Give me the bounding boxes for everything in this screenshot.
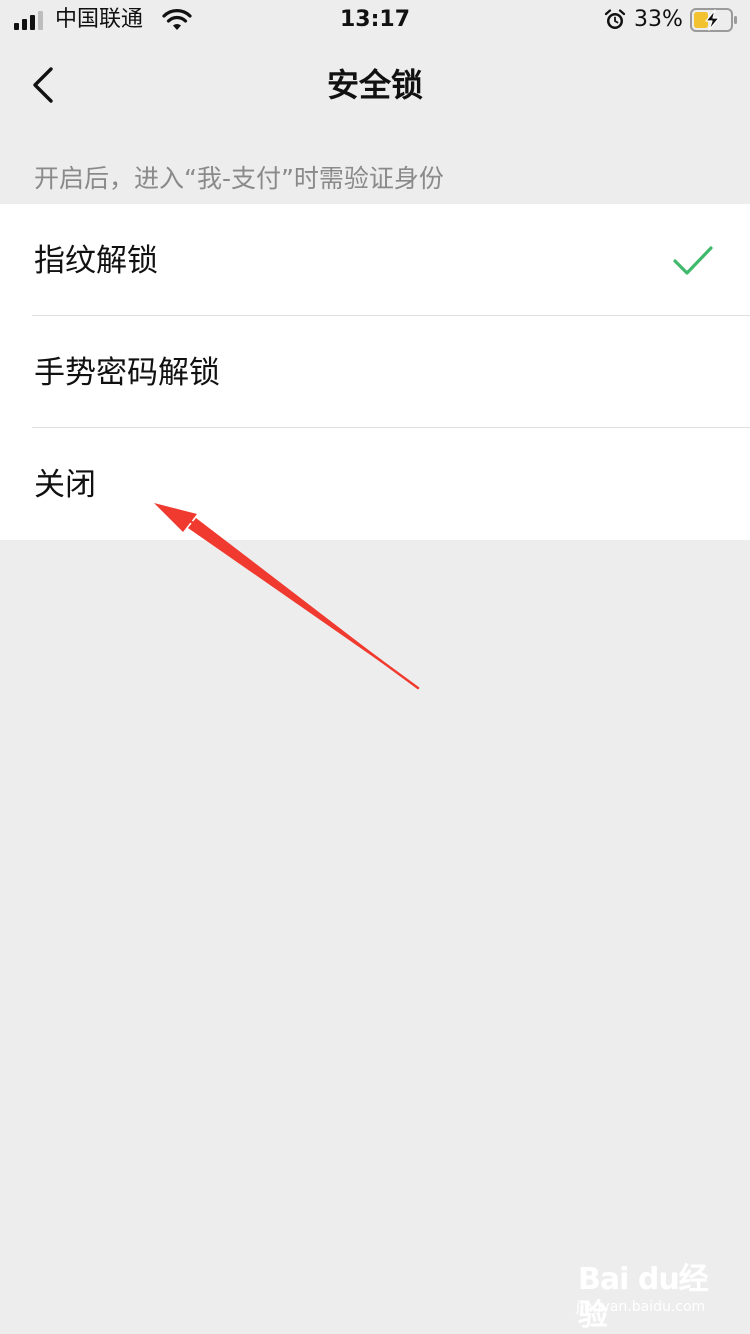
status-bar: 中国联通 13:17 33% <box>0 0 750 40</box>
page-title: 安全锁 <box>326 66 423 104</box>
battery-percent: 33% <box>634 7 683 32</box>
option-label: 手势密码解锁 <box>34 355 220 391</box>
watermark-url: jingyan.baidu.com <box>576 1299 706 1315</box>
baidu-jingyan-watermark: Bai du经验 jingyan.baidu.com <box>574 1262 714 1333</box>
option-label: 指纹解锁 <box>34 243 158 279</box>
navigation-bar: 安全锁 <box>0 40 750 130</box>
alarm-icon <box>604 9 626 29</box>
lock-option-list: 指纹解锁 手势密码解锁 关闭 <box>0 204 750 540</box>
annotation-arrow <box>154 503 420 690</box>
security-lock-hint: 开启后，进入“我-支付”时需验证身份 <box>34 164 444 193</box>
option-gesture-password-unlock[interactable]: 手势密码解锁 <box>0 316 750 428</box>
option-turn-off[interactable]: 关闭 <box>0 428 750 540</box>
battery-charging-icon <box>690 8 737 32</box>
option-fingerprint-unlock[interactable]: 指纹解锁 <box>0 204 750 316</box>
checkmark-icon <box>673 246 713 275</box>
option-label: 关闭 <box>34 467 96 503</box>
